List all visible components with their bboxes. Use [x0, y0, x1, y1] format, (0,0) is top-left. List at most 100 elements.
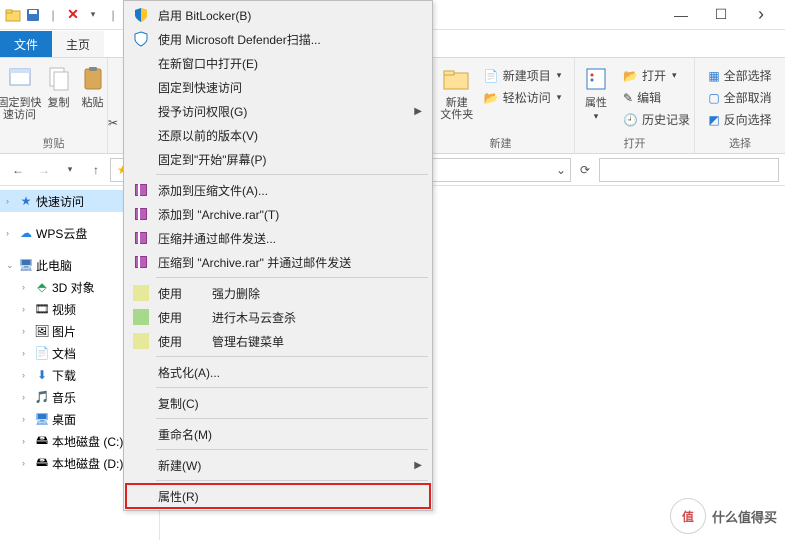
qat-sep-icon: | [104, 6, 122, 24]
menu-defender[interactable]: 使用 Microsoft Defender扫描... [126, 27, 430, 51]
window-close-button[interactable]: › [741, 1, 781, 29]
easy-access-button[interactable]: 📂轻松访问▾ [480, 87, 566, 108]
save-icon[interactable] [24, 6, 42, 24]
group-clipboard-label: 剪贴 [43, 135, 65, 153]
cloud-icon: ☁ [18, 225, 34, 241]
window-maximize-button[interactable]: ☐ [701, 1, 741, 29]
pin-icon [4, 63, 36, 95]
select-all-button[interactable]: ▦全部选择 [704, 65, 775, 86]
cut-icon[interactable]: ✂ [108, 116, 116, 130]
properties-icon [580, 63, 612, 95]
edit-button[interactable]: ✎编辑 [619, 87, 694, 108]
open-button[interactable]: 📂打开▾ [619, 65, 694, 86]
menu-zip-rar-email[interactable]: 压缩到 "Archive.rar" 并通过邮件发送 [126, 250, 430, 274]
edit-icon: ✎ [623, 91, 633, 105]
cube-icon: ⬘ [34, 279, 50, 295]
search-input[interactable] [599, 158, 779, 182]
star-icon: ★ [18, 193, 34, 209]
menu-separator [156, 480, 428, 481]
rar-icon [132, 181, 150, 199]
menu-separator [156, 387, 428, 388]
menu-separator [156, 277, 428, 278]
new-item-button[interactable]: 📄新建项目▾ [480, 65, 566, 86]
menu-bitlocker[interactable]: 启用 BitLocker(B) [126, 3, 430, 27]
music-icon: 🎵 [34, 389, 50, 405]
menu-add-archive[interactable]: 添加到压缩文件(A)... [126, 178, 430, 202]
menu-use-force-delete[interactable]: 使用 强力删除 [126, 281, 430, 305]
select-invert-button[interactable]: ◩反向选择 [704, 109, 775, 130]
menu-separator [156, 174, 428, 175]
menu-new-window[interactable]: 在新窗口中打开(E) [126, 51, 430, 75]
nav-recent-button[interactable]: ▾ [58, 158, 82, 182]
video-icon: 🎞 [34, 301, 50, 317]
menu-separator [156, 356, 428, 357]
selectinv-icon: ◩ [708, 113, 719, 127]
selectnone-icon: ▢ [708, 91, 719, 105]
folder-plus-icon [441, 63, 473, 95]
menu-add-rar[interactable]: 添加到 "Archive.rar"(T) [126, 202, 430, 226]
group-select-label: 选择 [729, 135, 751, 153]
pc-icon: 🖥 [18, 257, 34, 273]
select-none-button[interactable]: ▢全部取消 [704, 87, 775, 108]
menu-pin-quick[interactable]: 固定到快速访问 [126, 75, 430, 99]
menu-rename[interactable]: 重命名(M) [126, 422, 430, 446]
menu-separator [156, 449, 428, 450]
nav-up-button[interactable]: ↑ [84, 158, 108, 182]
documents-icon: 📄 [34, 345, 50, 361]
copy-button[interactable]: 复制 [43, 61, 75, 123]
window-minimize-button[interactable]: — [661, 1, 701, 29]
downloads-icon: ⬇ [34, 367, 50, 383]
menu-copy[interactable]: 复制(C) [126, 391, 430, 415]
copy-icon [43, 63, 75, 95]
menu-use-manage-context[interactable]: 使用 管理右键菜单 [126, 329, 430, 353]
nav-back-button[interactable]: ← [6, 158, 30, 182]
app-icon [132, 308, 150, 326]
menu-new[interactable]: 新建(W)▶ [126, 453, 430, 477]
defender-icon [132, 30, 150, 48]
address-dropdown-icon[interactable]: ⌄ [556, 163, 566, 177]
rar-icon [132, 253, 150, 271]
new-folder-button[interactable]: 新建 文件夹 [436, 61, 478, 123]
rar-icon [132, 205, 150, 223]
paste-icon [77, 63, 109, 95]
watermark-text: 什么值得买 [712, 507, 777, 526]
menu-restore-versions[interactable]: 还原以前的版本(V) [126, 123, 430, 147]
menu-format[interactable]: 格式化(A)... [126, 360, 430, 384]
context-menu: 启用 BitLocker(B) 使用 Microsoft Defender扫描.… [123, 0, 433, 511]
menu-grant-access[interactable]: 授予访问权限(G)▶ [126, 99, 430, 123]
group-new-label: 新建 [490, 135, 512, 153]
menu-zip-email[interactable]: 压缩并通过邮件发送... [126, 226, 430, 250]
menu-properties[interactable]: 属性(R) [126, 484, 430, 508]
nav-forward-button[interactable]: → [32, 158, 56, 182]
drive-icon: 🖴 [34, 433, 50, 449]
history-icon: 🕘 [623, 113, 638, 127]
app-icon [132, 284, 150, 302]
menu-use-trojan-scan[interactable]: 使用 进行木马云查杀 [126, 305, 430, 329]
refresh-button[interactable]: ⟳ [573, 158, 597, 182]
tab-home[interactable]: 主页 [52, 31, 104, 57]
dropdown-icon[interactable]: ▾ [84, 6, 102, 24]
watermark: 值 什么值得买 [670, 498, 777, 534]
selectall-icon: ▦ [708, 69, 719, 83]
folder-icon [4, 6, 22, 24]
menu-separator [156, 418, 428, 419]
newitem-icon: 📄 [484, 69, 499, 83]
submenu-arrow-icon: ▶ [414, 106, 422, 117]
paste-button[interactable]: 粘贴 [77, 61, 109, 123]
menu-pin-start[interactable]: 固定到"开始"屏幕(P) [126, 147, 430, 171]
pictures-icon: 🖼 [34, 323, 50, 339]
submenu-arrow-icon: ▶ [414, 460, 422, 471]
easyaccess-icon: 📂 [484, 91, 499, 105]
close-red-icon[interactable]: ✕ [64, 6, 82, 24]
app-icon [132, 332, 150, 350]
tab-file[interactable]: 文件 [0, 31, 52, 57]
history-button[interactable]: 🕘历史记录 [619, 109, 694, 130]
shield-icon [132, 6, 150, 24]
drive-icon: 🖴 [34, 455, 50, 471]
group-open-label: 打开 [624, 135, 646, 153]
desktop-icon: 🖥 [34, 411, 50, 427]
pin-quick-button[interactable]: 固定到快 速访问 [0, 61, 41, 123]
watermark-logo: 值 [670, 498, 706, 534]
properties-button[interactable]: 属性 ▾ [575, 61, 617, 130]
rar-icon [132, 229, 150, 247]
